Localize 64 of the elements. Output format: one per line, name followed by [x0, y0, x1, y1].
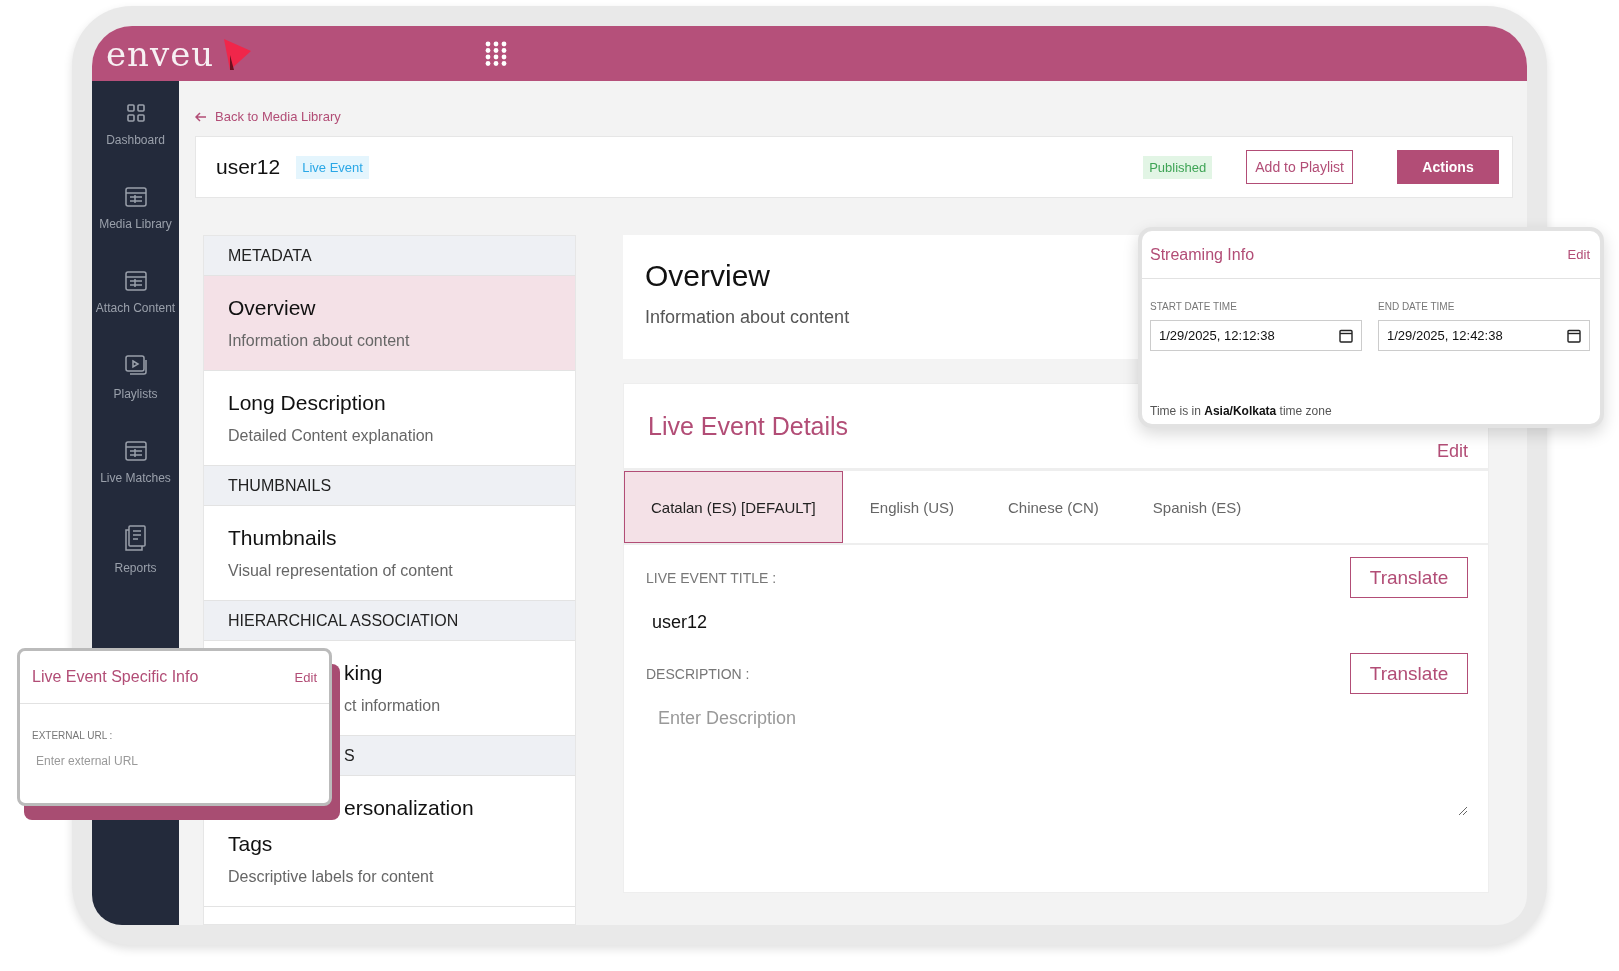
table-icon [124, 187, 147, 207]
field-label: END DATE TIME [1378, 301, 1456, 312]
section-header: HIERARCHICAL ASSOCIATION [204, 601, 575, 641]
field-label: EXTERNAL URL : [31, 729, 114, 741]
edit-link[interactable]: Edit [1567, 247, 1590, 262]
overview-subtitle: Information about content [645, 307, 851, 328]
section-description: ct information [344, 697, 441, 715]
section-description: Detailed Content explanation [228, 427, 434, 445]
add-to-playlist-button[interactable]: Add to Playlist [1246, 150, 1353, 184]
title-field[interactable]: user12 [646, 604, 958, 641]
status-badge: Published [1143, 155, 1213, 179]
section-header: METADATA [204, 236, 575, 276]
popup-title: Live Event Specific Info [32, 668, 199, 686]
sidebar-item[interactable]: Media Library [92, 187, 179, 233]
table-icon [124, 441, 147, 461]
field-label: DESCRIPTION : [646, 665, 750, 682]
field-label: LIVE EVENT TITLE : [646, 569, 777, 586]
section-item[interactable]: Overview Information about content [204, 276, 575, 371]
section-description: Visual representation of content [228, 562, 453, 580]
section-title: Thumbnails [228, 526, 337, 550]
content-title: user12 [216, 155, 281, 179]
sidebar-item[interactable]: Live Matches [92, 441, 179, 487]
field-label: START DATE TIME [1150, 301, 1238, 312]
edit-link[interactable]: Edit [294, 669, 317, 685]
logo: enveu [106, 33, 215, 74]
back-arrow-icon [195, 111, 207, 122]
section-title: ersonalization [344, 796, 474, 820]
language-tab[interactable]: English (US) [842, 471, 981, 543]
language-tab[interactable]: Chinese (CN) [981, 471, 1126, 543]
edit-link[interactable]: Edit [1436, 441, 1468, 462]
popup-title: Streaming Info [1150, 245, 1255, 264]
overview-heading: Overview [645, 259, 772, 293]
type-badge: Live Event [296, 155, 369, 179]
playlist-icon [124, 355, 147, 377]
language-tab[interactable]: Catalan (ES) [DEFAULT] [624, 471, 843, 543]
dashboard-grid-icon [125, 103, 146, 123]
apps-grid-icon[interactable] [485, 40, 508, 67]
report-icon [124, 525, 147, 551]
section-title: Overview [228, 296, 316, 320]
calendar-icon[interactable] [1567, 328, 1581, 343]
resize-handle-icon[interactable] [1458, 806, 1468, 816]
section-description: Information about content [228, 332, 410, 350]
actions-button[interactable]: Actions [1397, 150, 1499, 184]
description-field[interactable]: Enter Description [646, 704, 1468, 820]
back-link[interactable]: Back to Media Library [195, 109, 341, 124]
translate-button[interactable]: Translate [1350, 557, 1468, 598]
triangle-logo-icon [222, 36, 253, 71]
section-title: Long Description [228, 391, 386, 415]
table-icon [124, 271, 147, 291]
translate-button[interactable]: Translate [1350, 653, 1468, 694]
timezone-note: Time is in Asia/Kolkata time zone [1149, 404, 1333, 420]
datetime-field[interactable]: 1/29/2025, 12:42:38 [1378, 320, 1590, 351]
section-description: Descriptive labels for content [228, 868, 434, 886]
datetime-field[interactable]: 1/29/2025, 12:12:38 [1150, 320, 1362, 351]
section-header: THUMBNAILS [204, 466, 575, 506]
sidebar-item[interactable]: Playlists [92, 355, 179, 403]
sidebar-item[interactable]: Dashboard [92, 103, 179, 149]
section-title: Tags [228, 832, 273, 856]
details-heading: Live Event Details [648, 411, 849, 441]
sidebar-item[interactable]: Attach Content [92, 271, 179, 317]
language-tab[interactable]: Spanish (ES) [1125, 471, 1269, 543]
sidebar-item[interactable]: Reports [92, 525, 179, 577]
section-title: king [344, 661, 383, 685]
calendar-icon[interactable] [1339, 328, 1353, 343]
